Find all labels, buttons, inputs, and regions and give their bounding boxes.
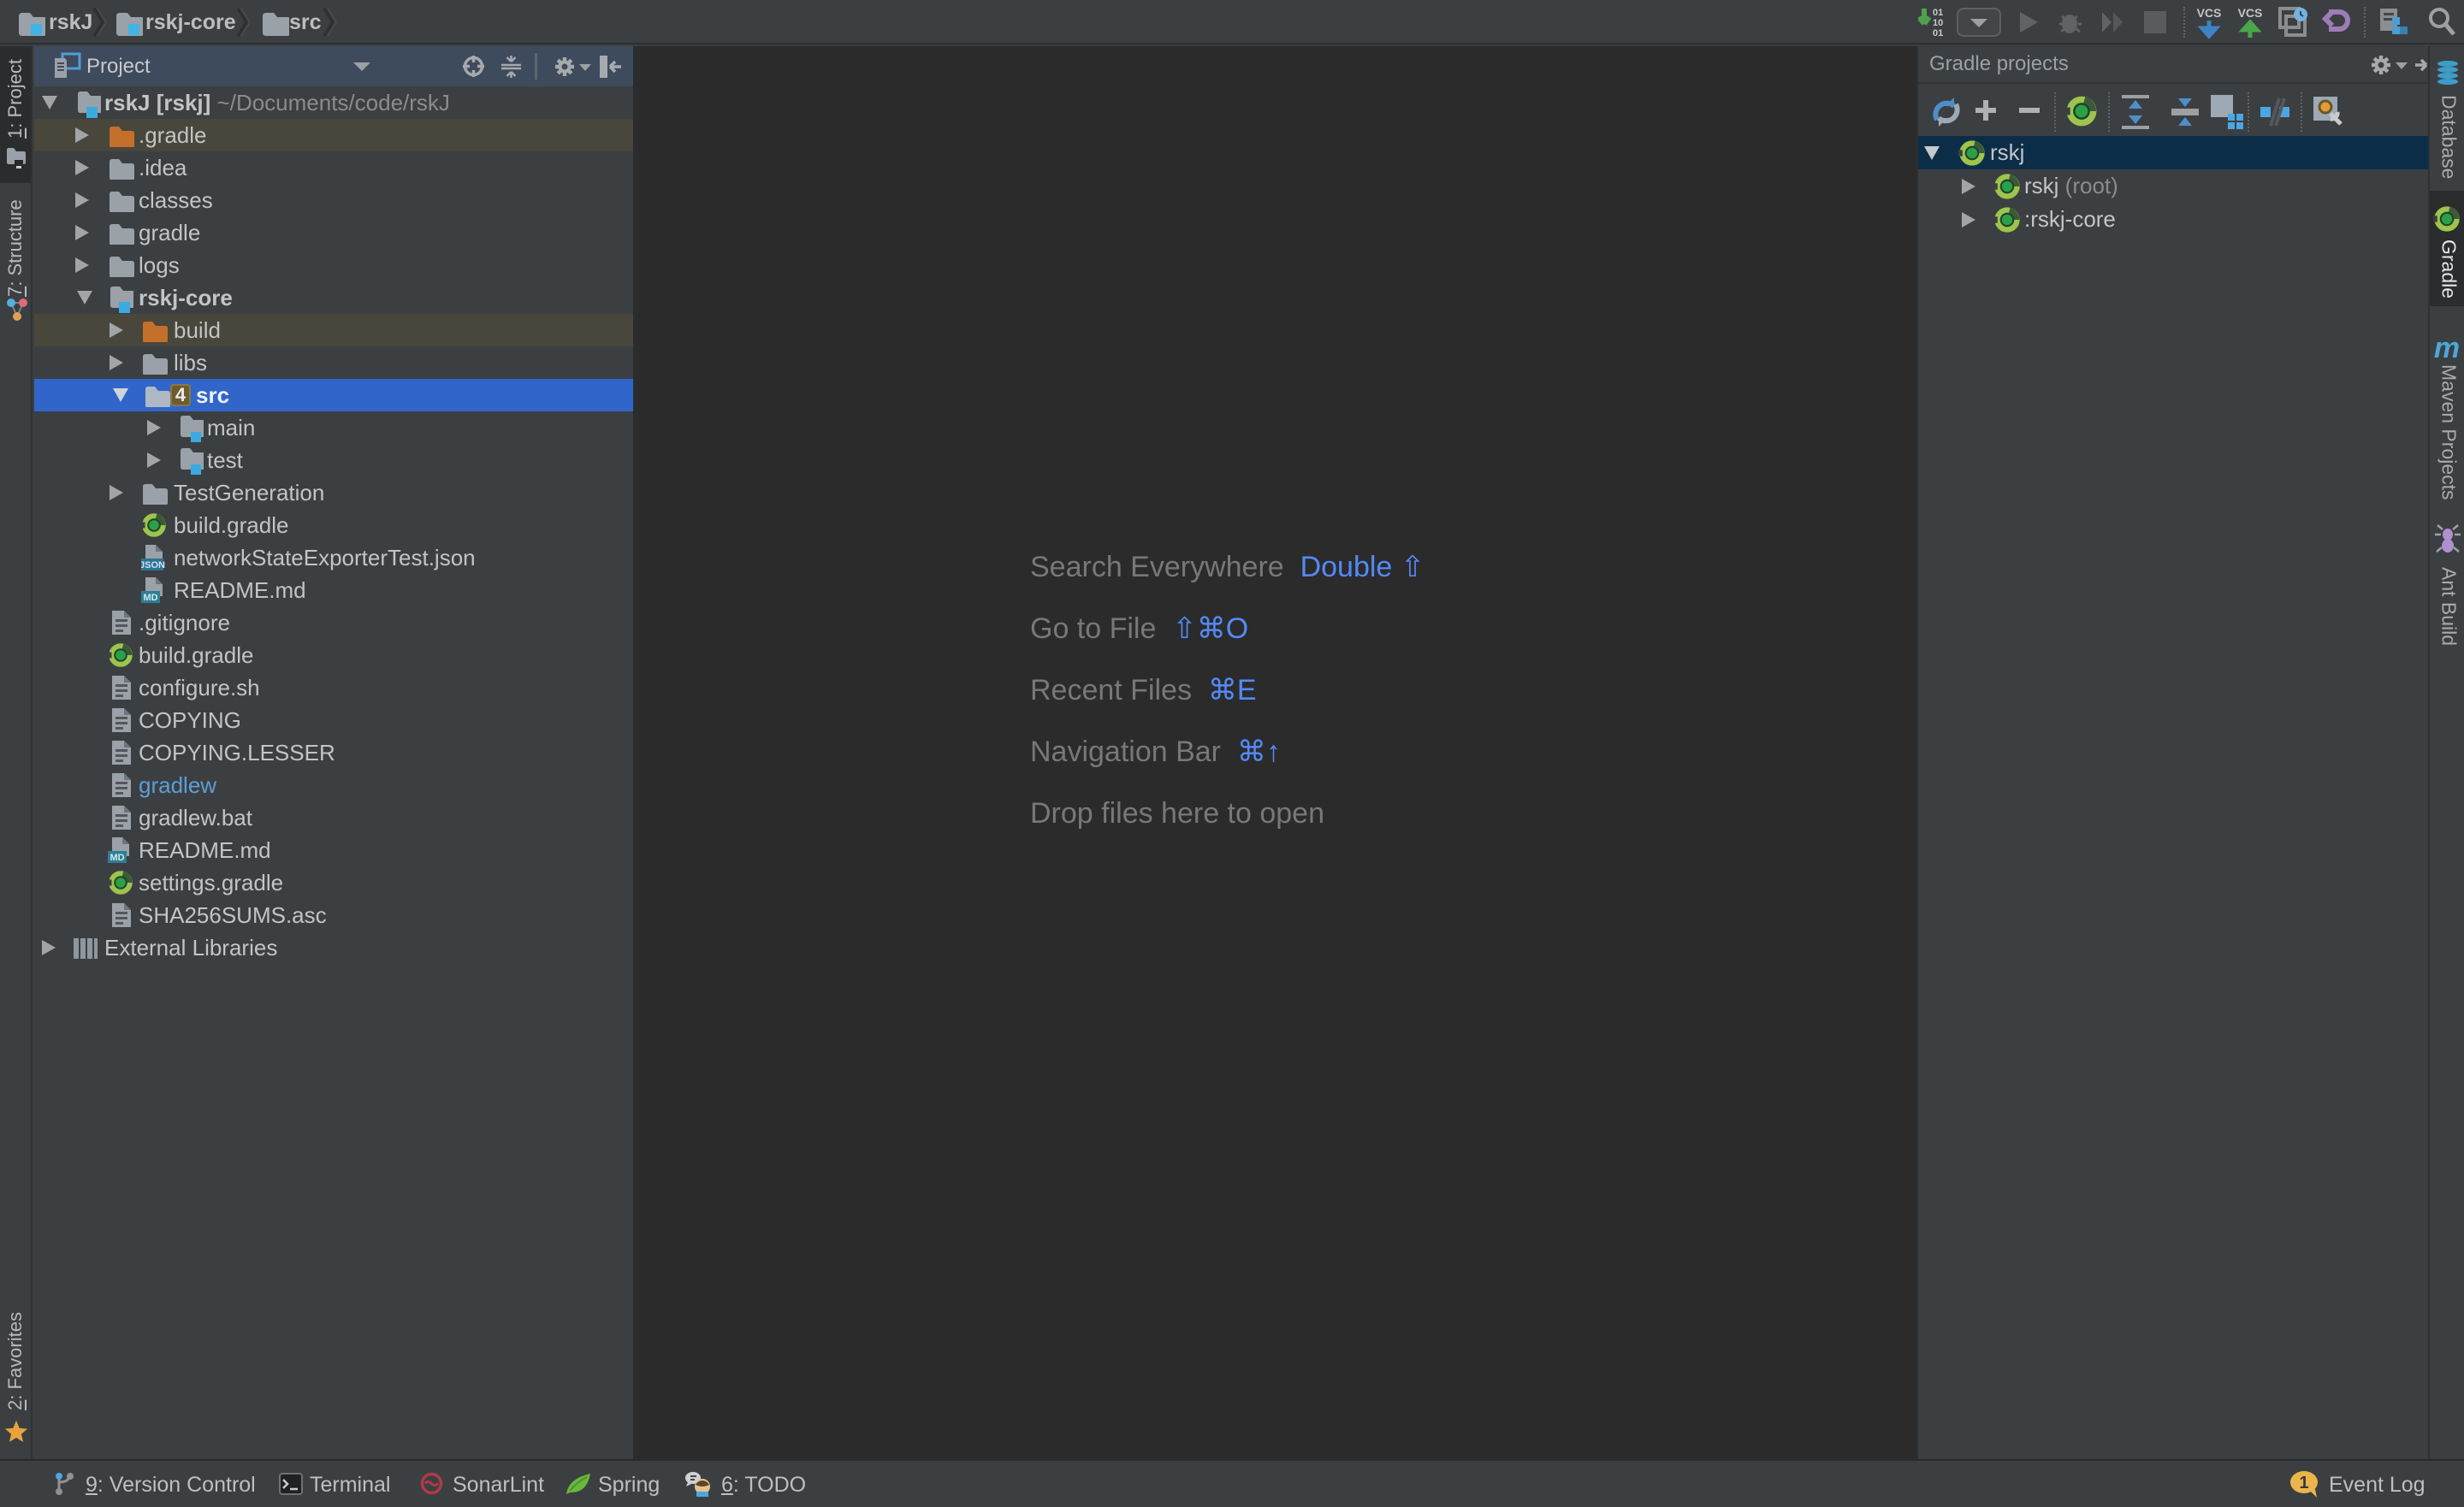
svg-text:VCS: VCS	[2238, 6, 2263, 20]
svg-text:VCS: VCS	[2197, 6, 2222, 20]
svg-text:01: 01	[1933, 28, 1943, 38]
svg-text:1: 1	[2299, 1474, 2308, 1492]
svg-text:10: 10	[1933, 18, 1943, 28]
svg-text:01: 01	[1933, 8, 1943, 18]
